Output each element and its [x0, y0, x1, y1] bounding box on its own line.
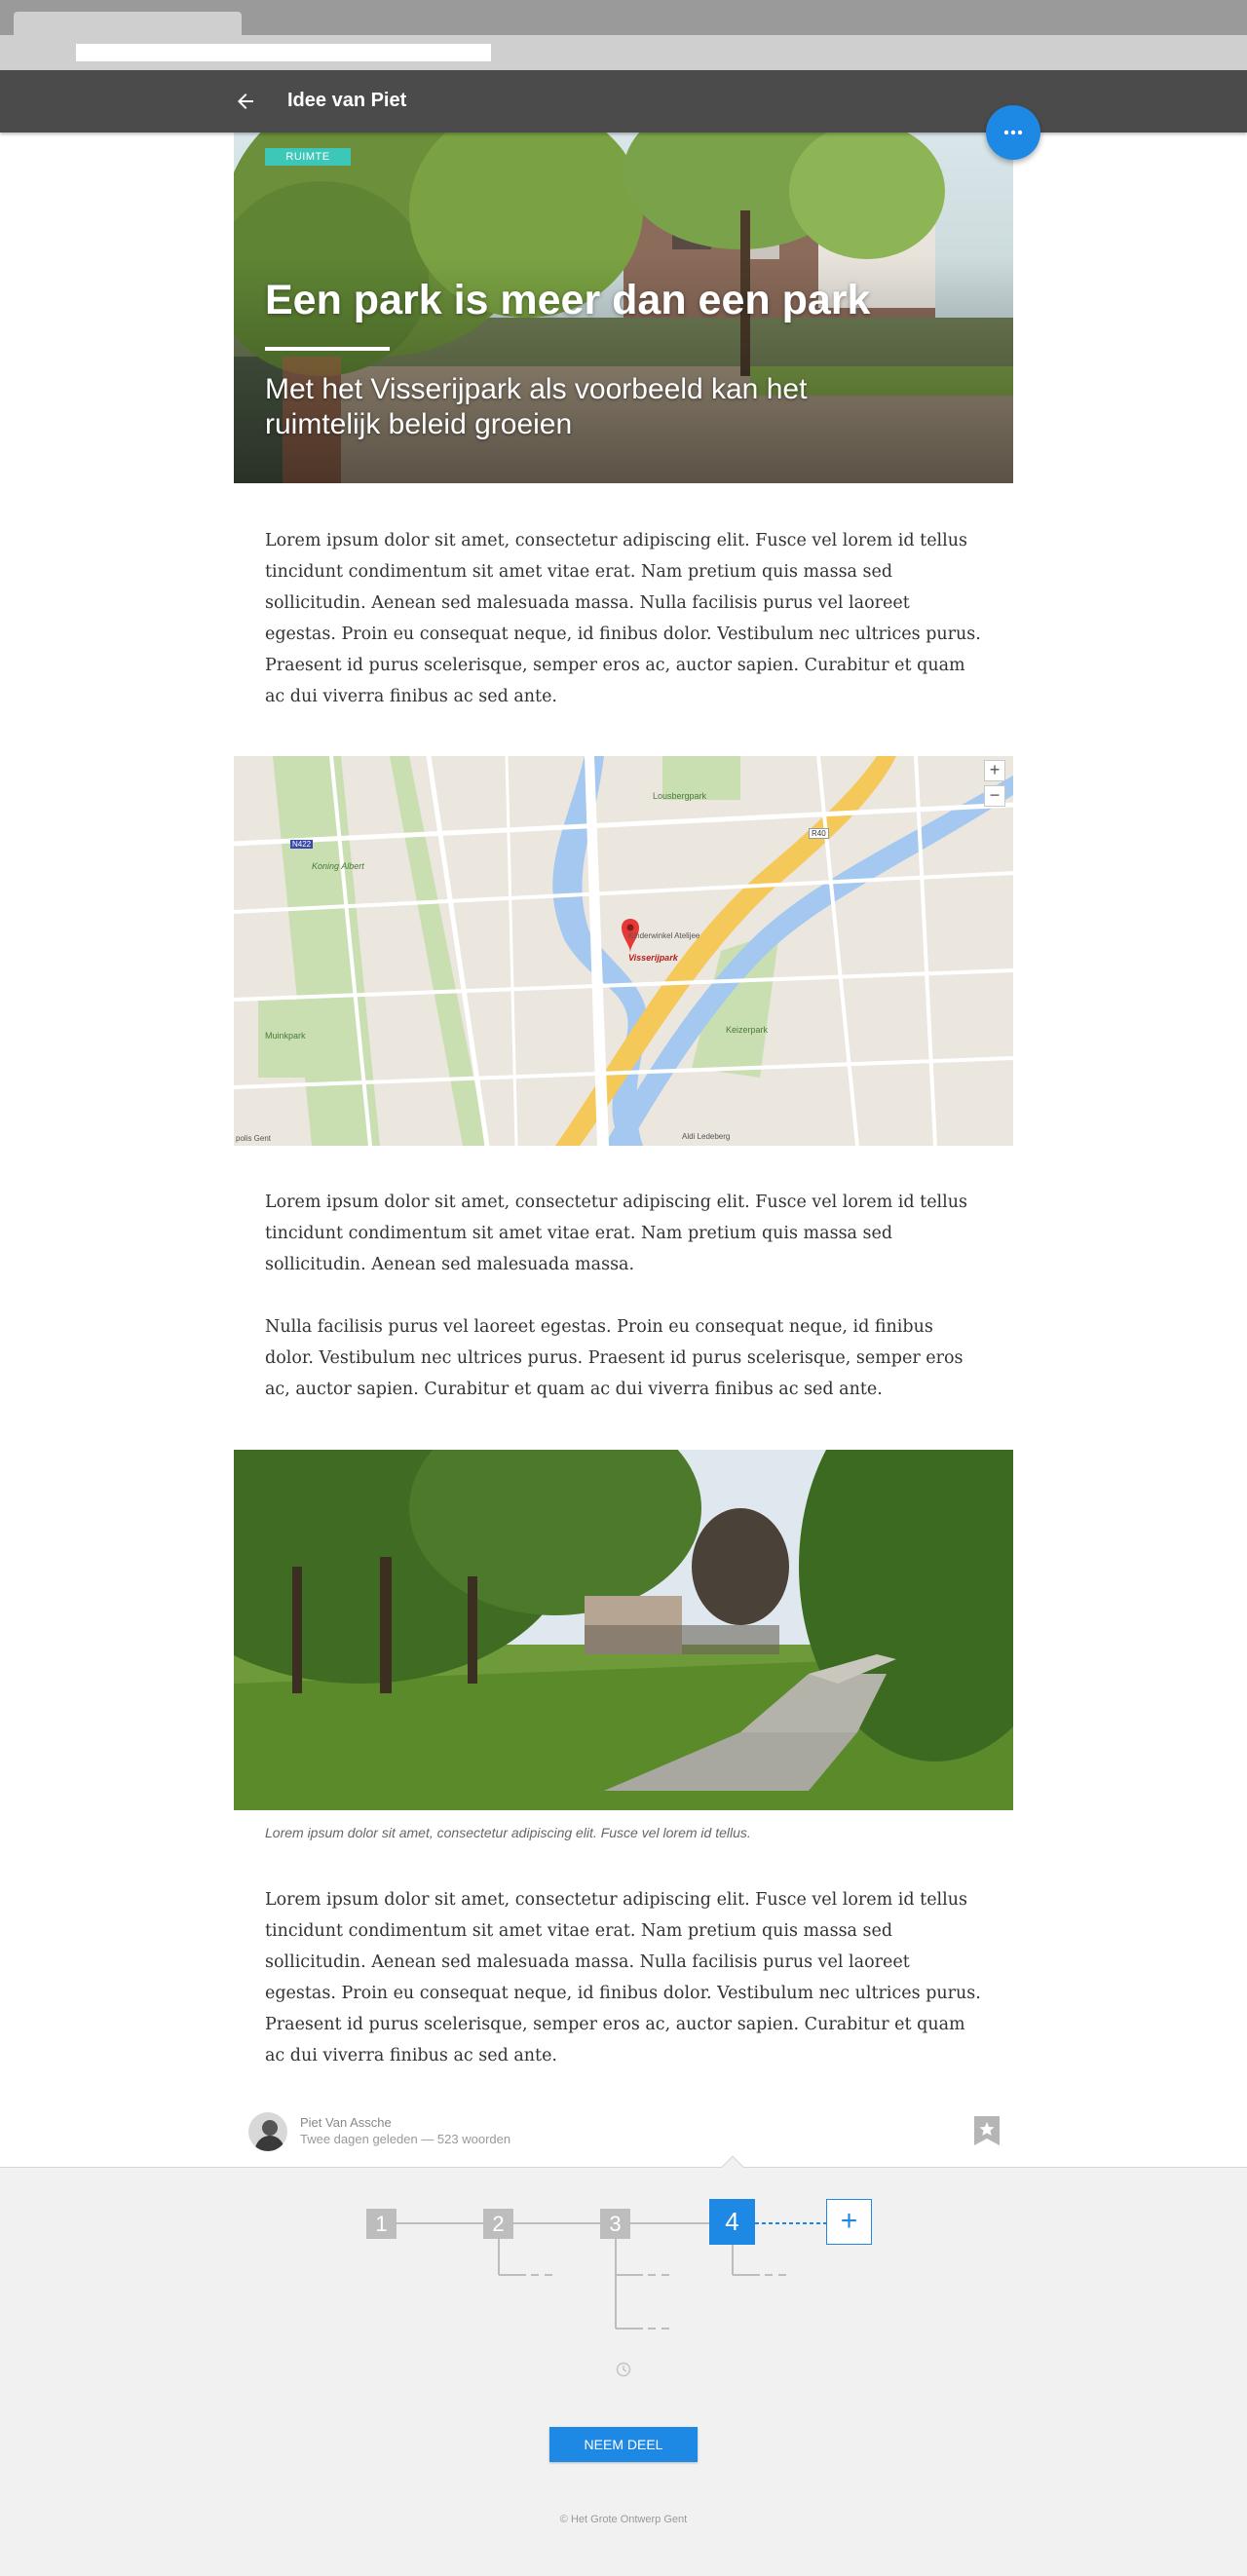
map-label: Koning Albert [312, 861, 364, 871]
app-bar: Idee van Piet [0, 70, 1247, 133]
article-title: Een park is meer dan een park [265, 277, 871, 323]
paragraph: Lorem ipsum dolor sit amet, consectetur … [265, 531, 981, 706]
category-tag[interactable]: RUIMTE [265, 148, 351, 166]
avatar[interactable] [248, 2112, 287, 2151]
bookmark-star-icon [974, 2116, 1000, 2145]
author-name[interactable]: Piet Van Assche [300, 2115, 392, 2130]
paragraph: Lorem ipsum dolor sit amet, consectetur … [265, 1890, 981, 2065]
version-step-2[interactable]: 2 [483, 2209, 513, 2239]
article-meta: Twee dagen geleden — 523 woorden [300, 2132, 511, 2146]
map-label: Aldi Ledeberg [682, 1132, 731, 1141]
paragraph: Nulla facilisis purus vel laoreet egesta… [265, 1317, 964, 1399]
map-label: Kinderwinkel Atelijee [628, 931, 700, 940]
arrow-left-icon [238, 94, 253, 109]
map-label: Keizerpark [726, 1025, 769, 1035]
more-horizontal-icon [1003, 130, 1023, 135]
map-tiles [234, 756, 1013, 1146]
map-label: Visserijpark [628, 953, 678, 963]
version-step-1[interactable]: 1 [366, 2209, 397, 2239]
paragraph: Lorem ipsum dolor sit amet, consectetur … [265, 1193, 968, 1274]
version-step-3[interactable]: 3 [600, 2209, 630, 2239]
browser-tab[interactable] [14, 12, 242, 35]
hero-image: RUIMTE Een park is meer dan een park Met… [234, 133, 1013, 483]
map-label: Lousbergpark [653, 791, 707, 801]
history-icon[interactable] [615, 2361, 632, 2378]
page-title: Idee van Piet [287, 90, 407, 111]
map-zoom-out-button[interactable]: − [984, 785, 1005, 807]
address-bar[interactable] [76, 44, 491, 61]
map-label: Muinkpark [265, 1031, 306, 1041]
more-options-button[interactable] [986, 105, 1040, 160]
article-photo [234, 1450, 1013, 1810]
map-label: R40 [809, 828, 829, 839]
author-avatar [248, 2112, 287, 2151]
version-step-4-active[interactable]: 4 [709, 2199, 755, 2245]
map-zoom-in-button[interactable]: + [984, 760, 1005, 781]
copyright: © Het Grote Ontwerp Gent [559, 2514, 688, 2525]
park-steps-photo [234, 1450, 1013, 1810]
bookmark-button[interactable] [974, 2116, 1000, 2145]
participate-button[interactable]: NEEM DEEL [549, 2427, 698, 2462]
map-label: N422 [290, 840, 314, 849]
title-divider [265, 347, 390, 351]
back-button[interactable] [230, 86, 261, 117]
article-subtitle: Met het Visserijpark als voorbeeld kan h… [265, 373, 808, 440]
add-version-button[interactable]: + [826, 2199, 872, 2245]
map-label: polis Gent [236, 1134, 272, 1143]
photo-caption: Lorem ipsum dolor sit amet, consectetur … [265, 1825, 751, 1840]
map[interactable]: Lousbergpark Koning Albert Kinderwinkel … [234, 756, 1013, 1146]
